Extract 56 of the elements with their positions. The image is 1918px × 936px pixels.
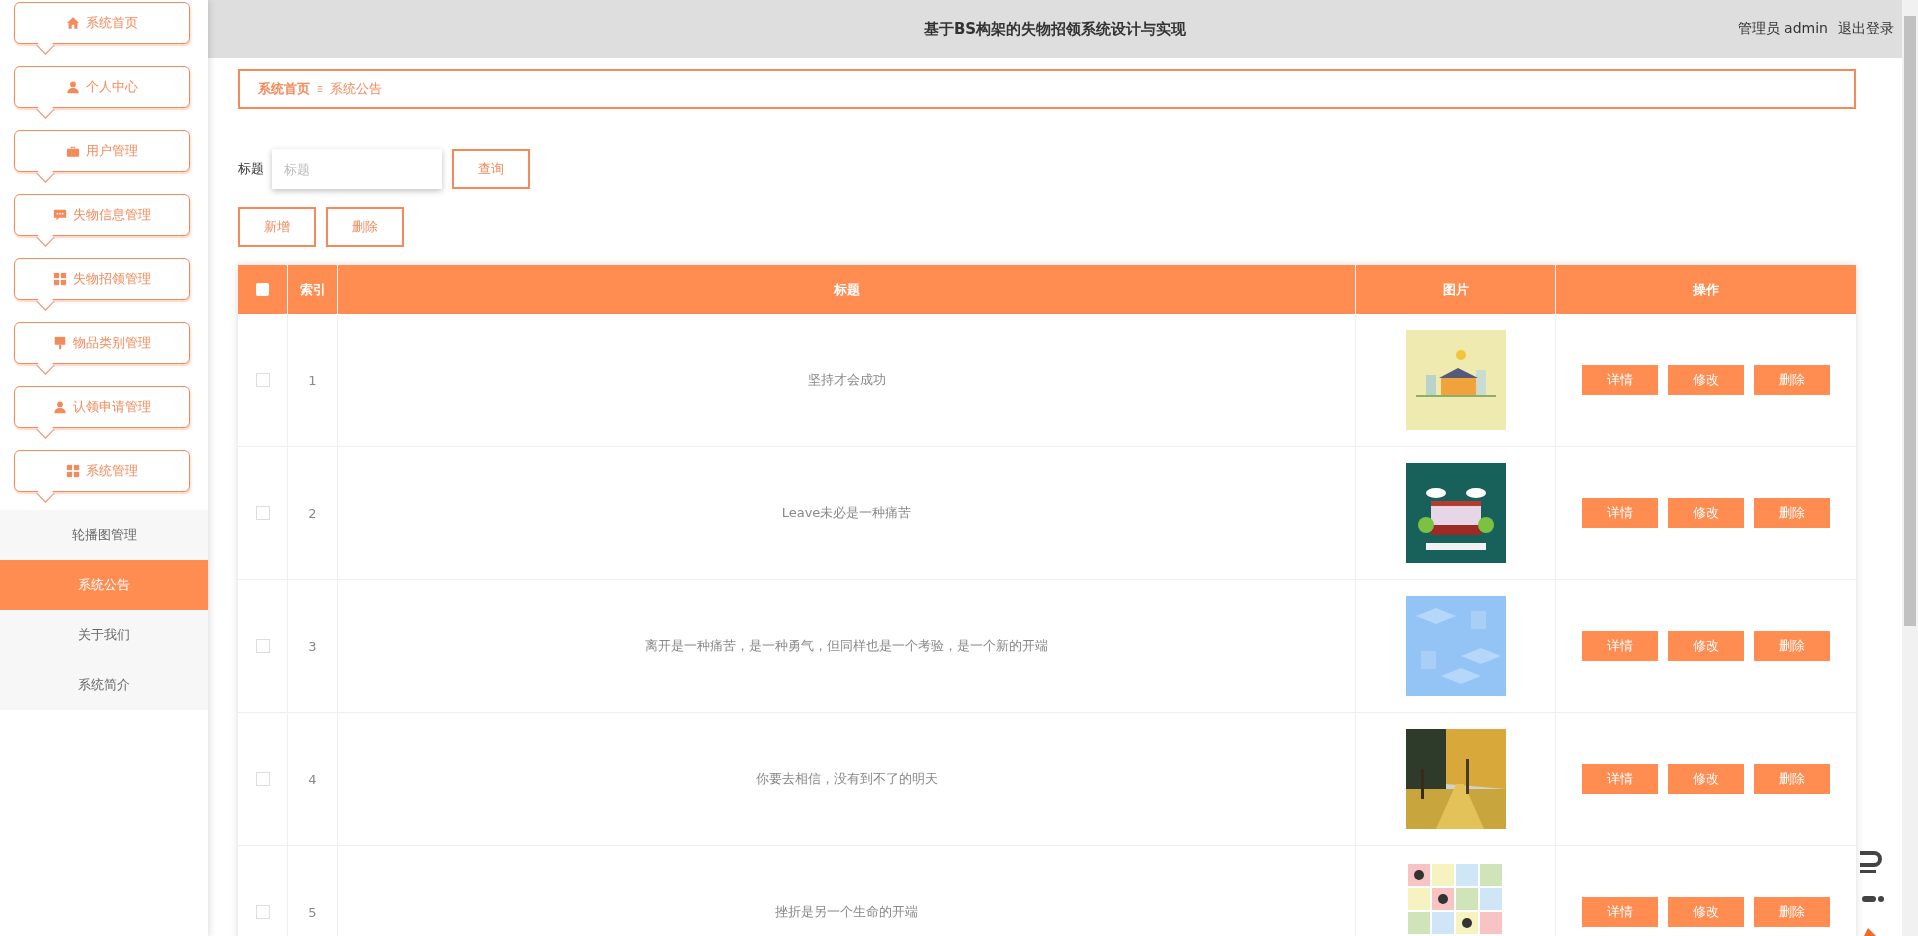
search-button[interactable]: 查询 — [452, 149, 530, 189]
table-cell: Leave未必是一种痛苦 — [338, 447, 1356, 579]
separator-icon — [316, 84, 324, 94]
edit-button[interactable]: 修改 — [1668, 365, 1744, 395]
page-title: 基于BS构架的失物招领系统设计与实现 — [923, 19, 1187, 39]
column-header: 标题 — [338, 265, 1356, 314]
select-all-checkbox[interactable] — [256, 283, 269, 296]
person-icon — [66, 80, 80, 94]
delete-button[interactable]: 删除 — [1754, 897, 1830, 927]
delete-button[interactable]: 删除 — [1754, 764, 1830, 794]
add-button[interactable]: 新增 — [238, 207, 316, 247]
table-cell: 离开是一种痛苦，是一种勇气，但同样也是一个考验，是一个新的开端 — [338, 580, 1356, 712]
table-cell: 5 — [288, 846, 338, 936]
person-icon — [53, 400, 67, 414]
breadcrumb-link[interactable]: 系统公告 — [330, 80, 382, 98]
user-label: 管理员 admin — [1737, 20, 1828, 38]
delete-button[interactable]: 删除 — [1754, 498, 1830, 528]
grid-icon — [66, 464, 80, 478]
table-cell: 2 — [288, 447, 338, 579]
brush-icon — [53, 336, 67, 350]
row-checkbox[interactable] — [255, 905, 270, 919]
row-checkbox[interactable] — [255, 639, 270, 653]
logout-link[interactable]: 退出登录 — [1838, 20, 1894, 38]
details-button[interactable]: 详情 — [1582, 897, 1658, 927]
home-icon — [66, 16, 80, 30]
column-header: 操作 — [1692, 280, 1720, 299]
table-cell: 你要去相信，没有到不了的明天 — [338, 713, 1356, 845]
delete-button[interactable]: 删除 — [1754, 631, 1830, 661]
row-checkbox[interactable] — [255, 772, 270, 786]
table-cell: 3 — [288, 580, 338, 712]
submenu-item[interactable]: 系统公告 — [0, 560, 208, 610]
breadcrumb-link[interactable]: 系统首页 — [258, 80, 310, 98]
table-cell: 4 — [288, 713, 338, 845]
title-label: 标题 — [238, 160, 264, 178]
row-checkbox[interactable] — [255, 373, 270, 387]
details-button[interactable]: 详情 — [1582, 498, 1658, 528]
table-cell: 1 — [288, 314, 338, 446]
briefcase-icon — [66, 144, 80, 158]
grid-icon — [53, 272, 67, 286]
delete-button[interactable]: 删除 — [1754, 365, 1830, 395]
column-header: 索引 — [288, 265, 338, 314]
table-cell: 坚持才会成功 — [338, 314, 1356, 446]
column-header: 图片 — [1356, 265, 1556, 314]
details-button[interactable]: 详情 — [1582, 365, 1658, 395]
row-checkbox[interactable] — [255, 506, 270, 520]
details-button[interactable]: 详情 — [1582, 631, 1658, 661]
delete-button[interactable]: 删除 — [326, 207, 404, 247]
title-search-field[interactable]: 标题 — [272, 149, 442, 189]
details-button[interactable]: 详情 — [1582, 764, 1658, 794]
edit-button[interactable]: 修改 — [1668, 498, 1744, 528]
chat-icon — [53, 208, 67, 222]
edit-button[interactable]: 修改 — [1668, 897, 1744, 927]
table-cell: 挫折是另一个生命的开端 — [338, 846, 1356, 936]
scrollbar[interactable] — [1902, 0, 1918, 936]
edit-button[interactable]: 修改 — [1668, 764, 1744, 794]
edit-button[interactable]: 修改 — [1668, 631, 1744, 661]
